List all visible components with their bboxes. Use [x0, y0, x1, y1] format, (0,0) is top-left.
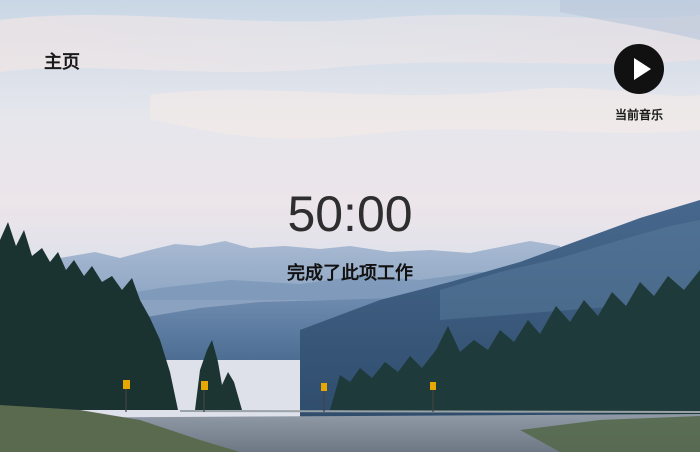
task-complete-button[interactable]: 完成了此项工作 [0, 259, 700, 285]
countdown-timer: 50:00 [287, 186, 413, 242]
play-button[interactable] [614, 44, 664, 94]
home-link[interactable]: 主页 [44, 48, 80, 74]
pomodoro-screen: 主页 当前音乐 50:00 完成了此项工作 [0, 0, 700, 452]
current-music-control[interactable]: 当前音乐 [606, 44, 672, 123]
current-music-label: 当前音乐 [614, 108, 663, 122]
play-icon [634, 58, 651, 80]
